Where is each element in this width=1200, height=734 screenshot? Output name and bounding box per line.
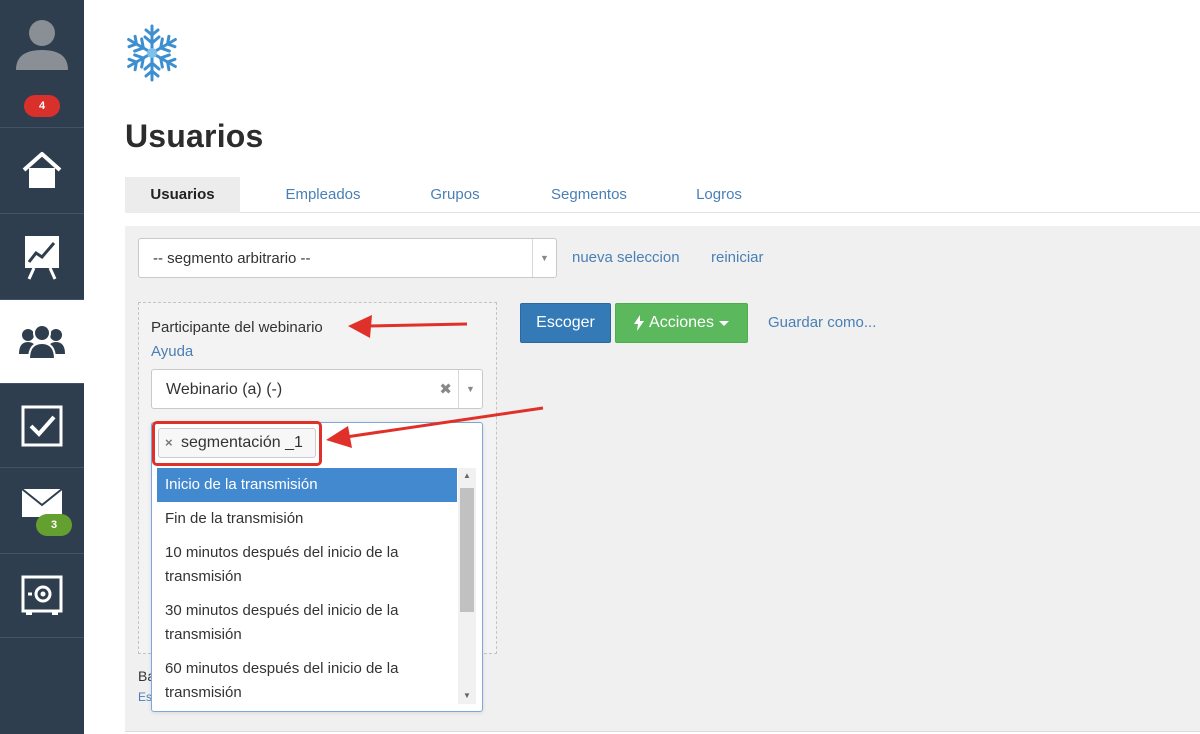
chevron-down-icon: ▼ — [532, 239, 556, 277]
caret-down-icon — [718, 320, 729, 326]
actions-button-label: Acciones — [649, 314, 714, 331]
filter-label: Participante del webinario — [151, 319, 323, 336]
annotation-highlight-box — [152, 421, 322, 466]
sidebar-item-settings[interactable] — [0, 554, 84, 638]
segment-select[interactable]: -- segmento arbitrario -- ▼ — [138, 238, 557, 278]
sidebar-item-users[interactable] — [0, 300, 84, 384]
page-title: Usuarios — [125, 118, 264, 154]
new-selection-link[interactable]: nueva seleccion — [572, 249, 680, 266]
user-avatar-icon — [0, 0, 84, 84]
home-icon — [22, 151, 62, 188]
mail-badge: 3 — [36, 514, 72, 536]
webinar-select[interactable]: Webinario (a) (-) ✖ ▼ — [151, 369, 483, 409]
event-options-list: Inicio de la transmisión Fin de la trans… — [157, 468, 457, 704]
webinar-select-value: Webinario (a) (-) — [166, 381, 283, 398]
reset-link[interactable]: reiniciar — [711, 249, 764, 266]
sidebar-item-home[interactable] — [0, 128, 84, 214]
options-scrollbar[interactable]: ▲ ▼ — [458, 468, 476, 704]
scrollbar-thumb[interactable] — [460, 488, 474, 612]
tab-grupos[interactable]: Grupos — [405, 177, 505, 213]
list-item[interactable]: 60 minutos después del inicio de la tran… — [157, 652, 457, 704]
clear-icon[interactable]: ✖ — [439, 380, 452, 398]
safe-gear-icon — [21, 575, 63, 615]
notifications-badge: 4 — [24, 95, 60, 117]
save-as-link[interactable]: Guardar como... — [768, 314, 876, 331]
actions-button[interactable]: Acciones — [615, 303, 748, 343]
chart-board-icon — [25, 235, 59, 280]
sidebar-profile[interactable]: 4 — [0, 0, 84, 128]
list-item[interactable]: Fin de la transmisión — [157, 502, 457, 536]
sidebar: 4 3 — [0, 0, 84, 734]
sidebar-item-analytics[interactable] — [0, 214, 84, 300]
checkbox-icon — [21, 405, 63, 446]
sidebar-item-tasks[interactable] — [0, 384, 84, 468]
snowflake-logo-icon — [123, 24, 181, 82]
lightning-icon — [634, 315, 645, 331]
tab-usuarios[interactable]: Usuarios — [125, 177, 240, 213]
chevron-down-icon: ▼ — [458, 370, 482, 408]
list-item[interactable]: 10 minutos después del inicio de la tran… — [157, 536, 457, 594]
segment-select-value: -- segmento arbitrario -- — [153, 250, 311, 267]
choose-button[interactable]: Escoger — [520, 303, 611, 343]
users-group-icon — [19, 323, 65, 360]
tab-logros[interactable]: Logros — [677, 177, 761, 213]
scroll-up-icon[interactable]: ▲ — [458, 468, 476, 484]
help-link[interactable]: Ayuda — [151, 343, 193, 360]
sidebar-item-mail[interactable]: 3 — [0, 468, 84, 554]
tab-empleados[interactable]: Empleados — [263, 177, 383, 213]
tab-bar: Usuarios Empleados Grupos Segmentos Logr… — [125, 177, 1200, 213]
list-item[interactable]: Inicio de la transmisión — [157, 468, 457, 502]
tab-segmentos[interactable]: Segmentos — [533, 177, 645, 213]
list-item[interactable]: 30 minutos después del inicio de la tran… — [157, 594, 457, 652]
scroll-down-icon[interactable]: ▼ — [458, 688, 476, 704]
hidden-filter-link: Es — [138, 690, 153, 704]
